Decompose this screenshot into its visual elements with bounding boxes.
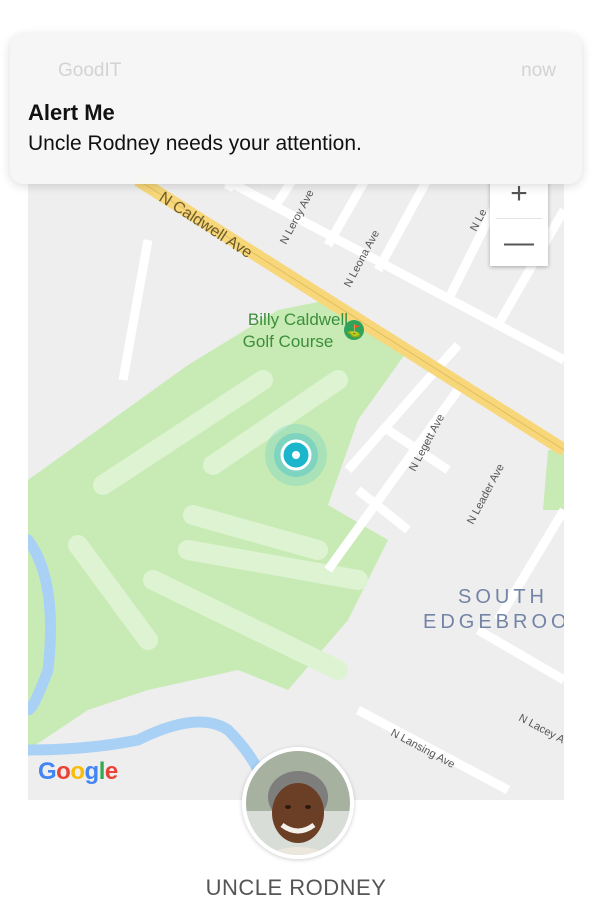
map-view[interactable]: ⛳ Billy Caldwell Golf Course SOUTH EDGEB… [28,150,564,800]
street-caldwell: N Caldwell Ave [156,189,255,262]
park-label-2: Golf Course [243,332,334,351]
avatar-photo [246,751,350,855]
area-label-2: EDGEBROOK [423,611,564,633]
park-label-1: Billy Caldwell [248,310,348,329]
notification-time: now [521,60,556,81]
zoom-out-button[interactable]: — [490,219,548,267]
area-label-1: SOUTH [458,586,548,608]
street-leader: N Leader Ave [465,462,507,526]
park-patch [543,450,564,510]
street-lacey: N Lacey Ave [517,712,564,751]
notification-message: Uncle Rodney needs your attention. [28,132,362,155]
alert-notification[interactable]: GoodIT now Alert Me Uncle Rodney needs y… [10,34,582,184]
notification-app-name: GoodIT [58,60,122,81]
map-canvas: ⛳ Billy Caldwell Golf Course SOUTH EDGEB… [28,150,564,794]
person-card: ⛳ Billy Caldwell Golf Course SOUTH EDGEB… [28,150,564,915]
person-name: UNCLE RODNEY [205,875,387,900]
avatar[interactable] [242,747,354,859]
zoom-control: + — [490,170,548,266]
google-logo: Google [38,758,118,785]
svg-text:⛳: ⛳ [347,324,362,338]
street-lansing: N Lansing Ave [389,727,457,771]
notification-title: Alert Me [28,100,115,125]
